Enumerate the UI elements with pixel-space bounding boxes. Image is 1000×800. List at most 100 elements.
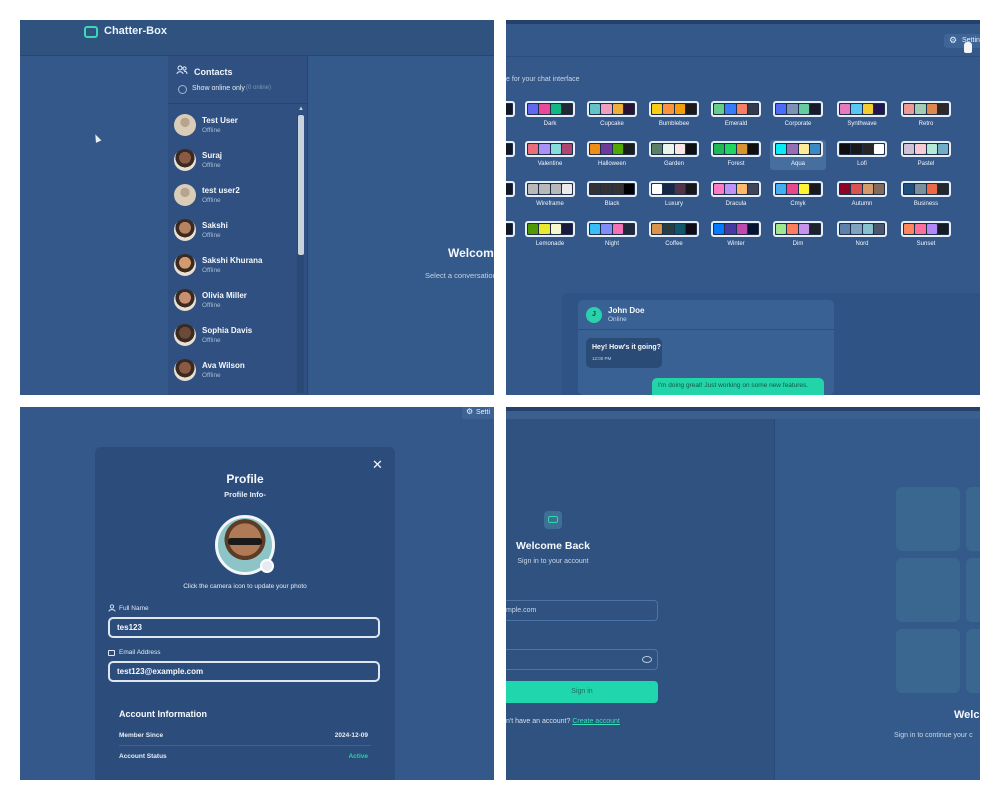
show-online-label[interactable]: Show online only [192,85,245,92]
theme-option[interactable]: Autumn [834,180,890,210]
contact-name: Sophia Davis [202,326,253,335]
swatch-color [904,224,915,234]
theme-swatch [649,141,699,157]
close-icon[interactable]: ✕ [372,457,383,473]
fullname-field[interactable]: tes123 [108,617,380,638]
swatch-color [550,184,561,194]
theme-option[interactable]: Wireframe [522,180,578,210]
contact-status: Offline [202,337,221,344]
theme-option[interactable]: Halloween [584,140,640,170]
theme-option[interactable]: Dracula [708,180,764,210]
swatch-color [736,144,747,154]
swatch-color [685,104,696,114]
contact-item[interactable]: test user2 Offline [174,184,294,214]
avatar [174,114,196,136]
theme-option[interactable]: Garden [646,140,702,170]
theme-option[interactable]: Retro [898,100,954,130]
contact-item[interactable]: Sakshi Offline [174,219,294,249]
contact-item[interactable]: Sophia Davis Offline [174,324,294,354]
login-panel: Welcome Back Sign in to your account mpl… [506,407,980,780]
swatch-color [776,144,787,154]
contact-item[interactable]: Sakshi Khurana Offline [174,254,294,284]
hero-welcome-subtitle: Sign in to continue your c [894,732,973,739]
profile-title: Profile [226,472,264,486]
theme-option[interactable]: Winter [708,220,764,250]
swatch-color [612,224,623,234]
theme-option[interactable]: Synthwave [834,100,890,130]
theme-swatch [506,101,515,117]
theme-name: Luxury [664,201,683,207]
scroll-up-arrow-icon[interactable]: ▲ [298,106,304,112]
swatch-color [528,104,539,114]
swatch-color [725,184,736,194]
swatch-color [652,184,663,194]
theme-swatch [587,141,637,157]
theme-option[interactable]: Pastel [898,140,954,170]
theme-option[interactable] [506,220,518,250]
theme-option[interactable]: Aqua [770,140,826,170]
theme-option[interactable]: Dim [770,220,826,250]
divider [168,103,308,104]
theme-option[interactable]: Emerald [708,100,764,130]
theme-option[interactable]: Corporate [770,100,826,130]
theme-option[interactable]: Luxury [646,180,702,210]
scrollbar-thumb[interactable] [298,115,304,255]
contact-item[interactable]: Suraj Offline [174,149,294,179]
theme-name: Synthwave [847,121,877,127]
brand-name[interactable]: Chatter-Box [104,25,167,37]
theme-option[interactable] [506,100,518,130]
eye-icon[interactable] [642,656,652,663]
theme-option[interactable]: Cmyk [770,180,826,210]
show-online-checkbox[interactable] [178,85,187,94]
contact-name: Test User [202,116,238,125]
theme-option[interactable]: Bumblebee [646,100,702,130]
pattern-tile [896,558,960,622]
swatch-color [787,144,798,154]
swatch-color [714,224,725,234]
theme-option[interactable]: Lemonade [522,220,578,250]
theme-name: Cmyk [790,201,806,207]
swatch-color [915,104,926,114]
contact-item[interactable]: Ava Wilson Offline [174,359,294,389]
theme-option[interactable]: Sunset [898,220,954,250]
contact-status: Offline [202,162,221,169]
swatch-color [851,224,862,234]
avatar [174,289,196,311]
email-field[interactable]: test123@example.com [108,661,380,682]
swatch-color [601,144,612,154]
theme-option[interactable] [506,180,518,210]
theme-option[interactable]: Black [584,180,640,210]
swatch-color [725,104,736,114]
theme-option[interactable]: Coffee [646,220,702,250]
swatch-color [725,224,736,234]
swatch-color [674,184,685,194]
email-input[interactable]: mple.com [506,600,658,621]
theme-option[interactable]: Lofi [834,140,890,170]
swatch-color [601,184,612,194]
preview-header: J John Doe Online [578,300,834,330]
theme-option[interactable]: Business [898,180,954,210]
account-status-label: Account Status [119,753,167,760]
theme-option[interactable]: Night [584,220,640,250]
swatch-color [652,104,663,114]
camera-icon[interactable] [260,559,274,573]
create-account-link[interactable]: Create account [572,718,619,725]
swatch-color [851,184,862,194]
password-input[interactable] [506,649,658,670]
theme-name: Dracula [725,201,747,207]
sign-in-button[interactable]: Sign in [506,681,658,703]
theme-option[interactable] [506,140,518,170]
contact-item[interactable]: Test User Offline [174,114,294,144]
theme-option[interactable]: Forest [708,140,764,170]
theme-option[interactable]: Cupcake [584,100,640,130]
swatch-color [776,184,787,194]
theme-name: Emerald [724,121,748,127]
theme-swatch [901,101,951,117]
no-account-label: n't have an account? [506,718,571,725]
theme-name: Lofi [857,161,867,167]
theme-option[interactable]: Dark [522,100,578,130]
online-count: (0 online) [246,85,272,91]
theme-option[interactable]: Nord [834,220,890,250]
theme-option[interactable]: Valentine [522,140,578,170]
contact-item[interactable]: Olivia Miller Offline [174,289,294,319]
